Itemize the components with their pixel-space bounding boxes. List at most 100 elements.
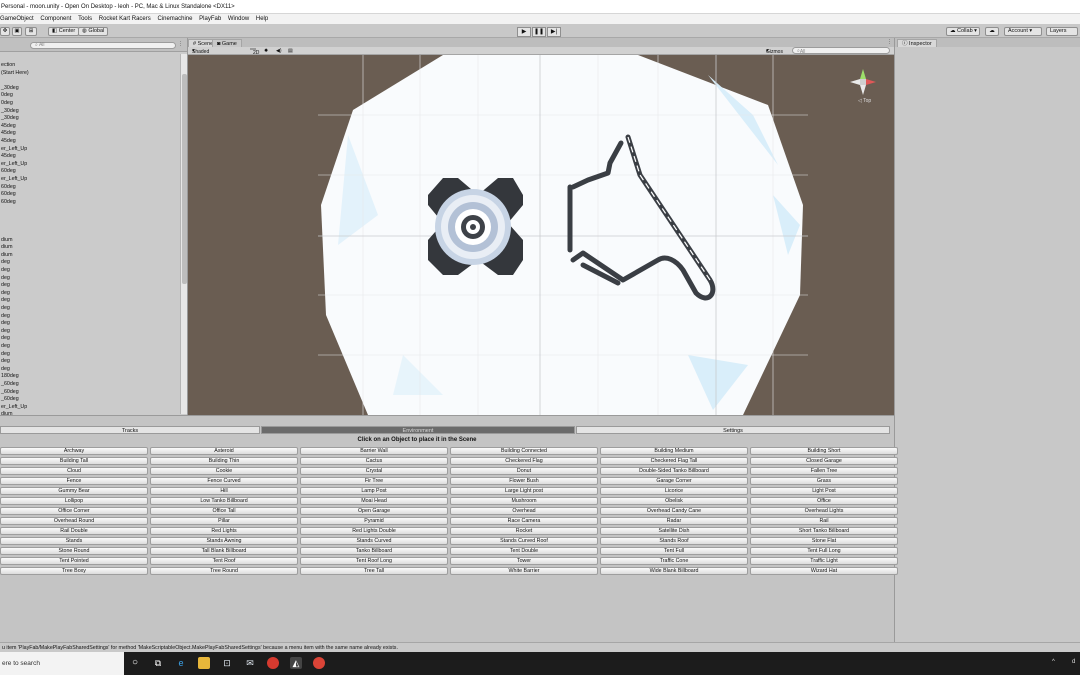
hierarchy-item[interactable]: 180deg bbox=[0, 373, 180, 381]
object-button-traffic-light[interactable]: Traffic Light bbox=[750, 557, 898, 565]
object-button-overhead-candy-cane[interactable]: Overhead Candy Cane bbox=[600, 507, 748, 515]
object-button-cloud[interactable]: Cloud bbox=[0, 467, 148, 475]
scene-search-input[interactable]: ⌕ All bbox=[792, 47, 890, 55]
menu-rocket-kart-racers[interactable]: Rocket Kart Racers bbox=[99, 14, 156, 24]
hierarchy-item[interactable]: 45deg bbox=[0, 130, 180, 138]
scrollbar-thumb[interactable] bbox=[182, 74, 187, 284]
object-button-tent-roof[interactable]: Tent Roof bbox=[150, 557, 298, 565]
object-button-building-medium[interactable]: Building Medium bbox=[600, 447, 748, 455]
console-status-bar[interactable]: u item 'PlayFab/MakePlayFabSharedSetting… bbox=[0, 642, 1080, 652]
step-icon[interactable]: ▶| bbox=[547, 27, 561, 37]
object-button-fir-tree[interactable]: Fir Tree bbox=[300, 477, 448, 485]
transform-tool-icon[interactable]: ⊞ bbox=[25, 27, 37, 36]
object-button-red-lights[interactable]: Red Lights bbox=[150, 527, 298, 535]
menu-cinemachine[interactable]: Cinemachine bbox=[157, 14, 197, 24]
object-button-tent-full[interactable]: Tent Full bbox=[600, 547, 748, 555]
object-button-archway[interactable]: Archway bbox=[0, 447, 148, 455]
gizmos-dropdown[interactable]: Gizmos ▾ bbox=[766, 48, 783, 55]
object-button-building-thin[interactable]: Building Thin bbox=[150, 457, 298, 465]
hierarchy-item[interactable]: _30deg bbox=[0, 115, 180, 123]
object-button-traffic-cone[interactable]: Traffic Cone bbox=[600, 557, 748, 565]
object-button-tent-pointed[interactable]: Tent Pointed bbox=[0, 557, 148, 565]
shading-dropdown[interactable]: Shaded ▾ bbox=[192, 48, 209, 55]
hierarchy-item[interactable]: deg bbox=[0, 297, 180, 305]
menu-component[interactable]: Component bbox=[40, 14, 76, 24]
object-button-hill[interactable]: Hill bbox=[150, 487, 298, 495]
object-button-tree-boxy[interactable]: Tree Boxy bbox=[0, 567, 148, 575]
hierarchy-item[interactable]: _60deg bbox=[0, 396, 180, 404]
object-button-barrier-wall[interactable]: Barrier Wall bbox=[300, 447, 448, 455]
menu-playfab[interactable]: PlayFab bbox=[199, 14, 226, 24]
hierarchy-item[interactable]: dium bbox=[0, 244, 180, 252]
object-button-gummy-bear[interactable]: Gummy Bear bbox=[0, 487, 148, 495]
hierarchy-item[interactable]: er_Left_Up bbox=[0, 146, 180, 154]
object-button-stands-roof[interactable]: Stands Roof bbox=[600, 537, 748, 545]
play-icon[interactable]: ▶ bbox=[517, 27, 531, 37]
object-button-large-light-post[interactable]: Large Light post bbox=[450, 487, 598, 495]
hierarchy-item[interactable]: deg bbox=[0, 358, 180, 366]
object-button-tree-tall[interactable]: Tree Tall bbox=[300, 567, 448, 575]
object-button-building-connected[interactable]: Building Connected bbox=[450, 447, 598, 455]
rect-tool-icon[interactable]: ✥ bbox=[0, 27, 10, 36]
menu-dots-icon[interactable]: ⋮ bbox=[887, 39, 892, 45]
object-button-crystal[interactable]: Crystal bbox=[300, 467, 448, 475]
object-button-satellite-dish[interactable]: Satellite Dish bbox=[600, 527, 748, 535]
object-button-rail-double[interactable]: Rail Double bbox=[0, 527, 148, 535]
toggle-2d-button[interactable]: 2D bbox=[250, 48, 259, 56]
object-button-overhead-lights[interactable]: Overhead Lights bbox=[750, 507, 898, 515]
object-button-overhead[interactable]: Overhead bbox=[450, 507, 598, 515]
object-button-grass[interactable]: Grass bbox=[750, 477, 898, 485]
hierarchy-item[interactable]: deg bbox=[0, 313, 180, 321]
hierarchy-item[interactable] bbox=[0, 206, 180, 214]
object-button-radar[interactable]: Radar bbox=[600, 517, 748, 525]
hierarchy-item[interactable]: _60deg bbox=[0, 381, 180, 389]
mail-icon[interactable]: ✉ bbox=[244, 657, 256, 669]
scale-tool-icon[interactable]: ▣ bbox=[12, 27, 22, 36]
hierarchy-item[interactable]: 60deg bbox=[0, 184, 180, 192]
object-button-tent-roof-long[interactable]: Tent Roof Long bbox=[300, 557, 448, 565]
object-button-wide-blank-billboard[interactable]: Wide Blank Billboard bbox=[600, 567, 748, 575]
hierarchy-item[interactable]: deg bbox=[0, 282, 180, 290]
hierarchy-item[interactable] bbox=[0, 229, 180, 237]
menu-gameobject[interactable]: GameObject bbox=[0, 14, 39, 24]
hierarchy-item[interactable]: (Start Here) bbox=[0, 70, 180, 78]
menu-window[interactable]: Window bbox=[228, 14, 254, 24]
pause-icon[interactable]: ❚❚ bbox=[532, 27, 546, 37]
object-button-office-tall[interactable]: Office Tall bbox=[150, 507, 298, 515]
hierarchy-item[interactable]: er_Left_Up bbox=[0, 176, 180, 184]
object-button-office[interactable]: Office bbox=[750, 497, 898, 505]
hierarchy-item[interactable]: deg bbox=[0, 343, 180, 351]
recorder-icon[interactable] bbox=[267, 657, 279, 669]
hierarchy-scrollbar[interactable] bbox=[180, 54, 187, 414]
object-button-pillar[interactable]: Pillar bbox=[150, 517, 298, 525]
object-button-lollipop[interactable]: Lollipop bbox=[0, 497, 148, 505]
object-button-stone-round[interactable]: Stone Round bbox=[0, 547, 148, 555]
task-view-icon[interactable]: ⧉ bbox=[152, 657, 164, 669]
hierarchy-item[interactable]: dium bbox=[0, 252, 180, 260]
object-button-closed-garage[interactable]: Closed Garage bbox=[750, 457, 898, 465]
object-button-cookie[interactable]: Cookie bbox=[150, 467, 298, 475]
object-button-lamp-post[interactable]: Lamp Post bbox=[300, 487, 448, 495]
hierarchy-item[interactable]: deg bbox=[0, 335, 180, 343]
hierarchy-item[interactable] bbox=[0, 214, 180, 222]
hierarchy-item[interactable]: deg bbox=[0, 305, 180, 313]
object-button-tanko-billboard[interactable]: Tanko Billboard bbox=[300, 547, 448, 555]
object-button-mushroom[interactable]: Mushroom bbox=[450, 497, 598, 505]
account-button[interactable]: Account ▾ bbox=[1004, 27, 1042, 36]
tab-environment[interactable]: Environment bbox=[261, 426, 575, 434]
object-button-pyramid[interactable]: Pyramid bbox=[300, 517, 448, 525]
hierarchy-search-input[interactable]: ⌕ All bbox=[30, 42, 176, 49]
tab-inspector[interactable]: ⓘ Inspector bbox=[897, 39, 937, 47]
tab-settings[interactable]: Settings bbox=[576, 426, 890, 434]
object-button-office-corner[interactable]: Office Corner bbox=[0, 507, 148, 515]
collab-button[interactable]: ☁ Collab ▾ bbox=[946, 27, 980, 36]
hierarchy-item[interactable]: 45deg bbox=[0, 153, 180, 161]
edge-icon[interactable]: e bbox=[175, 657, 187, 669]
scene-viewport[interactable]: ◁ Top bbox=[188, 55, 894, 415]
object-button-stands[interactable]: Stands bbox=[0, 537, 148, 545]
hierarchy-item[interactable]: ection bbox=[0, 62, 180, 70]
hierarchy-item[interactable]: deg bbox=[0, 351, 180, 359]
chrome-icon[interactable] bbox=[313, 657, 325, 669]
unity-icon[interactable]: ◭ bbox=[290, 657, 302, 669]
object-button-stands-curved[interactable]: Stands Curved bbox=[300, 537, 448, 545]
